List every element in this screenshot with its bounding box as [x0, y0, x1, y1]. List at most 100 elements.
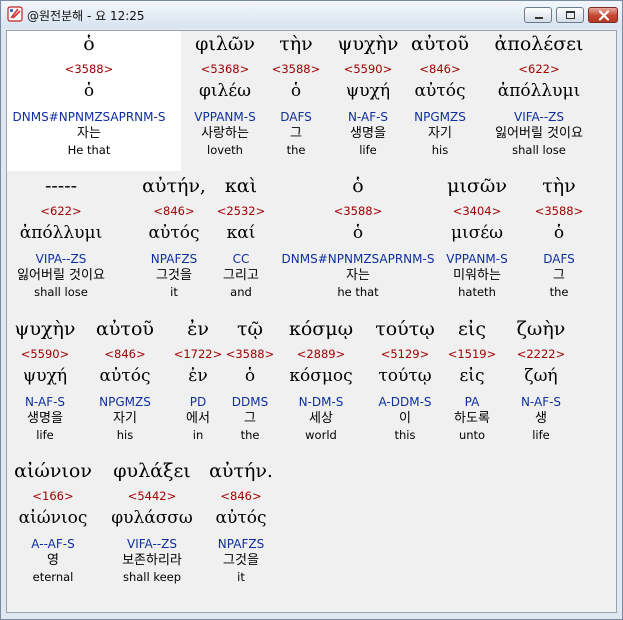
word-column[interactable]: ἐν <1722> ἐν PD 에서 in	[166, 316, 231, 443]
word-column[interactable]: φυλάξει <5442> φυλάσσω VIFA--ZS 보존하리라 shall k…	[97, 458, 207, 585]
word-column[interactable]: ὁ <3588> ὁ DNMS#NPNMZSAPRNM-S 자는 he that	[273, 173, 443, 300]
strong-number[interactable]: <166>	[8, 488, 98, 504]
word-column[interactable]: τὴν <3588> ὁ DAFS 그 the	[266, 31, 326, 158]
parsing-code: VIFA--ZS	[127, 537, 177, 551]
parsing-code: NPAFZS	[150, 252, 198, 266]
strong-number[interactable]: <622>	[7, 203, 116, 219]
close-icon	[598, 10, 610, 21]
english-gloss: He that	[67, 143, 111, 157]
word-column[interactable]: αἰώνιον <166> αἰώνιος A--AF-S 영 eternal	[8, 458, 98, 585]
strong-number[interactable]: <2532>	[211, 203, 271, 219]
lexical-form: τούτῳ	[378, 366, 432, 386]
parsing-code: VIFA--ZS	[514, 110, 564, 124]
strong-number[interactable]: <846>	[124, 203, 224, 219]
english-gloss: this	[394, 428, 416, 442]
strong-number[interactable]: <2889>	[281, 346, 361, 362]
strong-number[interactable]: <5442>	[97, 488, 207, 504]
word-column[interactable]: ὁ <3588> ὁ DNMS#NPNMZSAPRNM-S 자는 He that	[7, 31, 174, 158]
greek-word: ὁ	[83, 33, 95, 55]
lexical-form: μισέω	[451, 223, 503, 243]
window-title: @원전분해 - 요 12:25	[27, 9, 145, 23]
minimize-button[interactable]	[524, 7, 552, 23]
strong-number[interactable]: <1722>	[166, 346, 231, 362]
word-column[interactable]: αὐτοῦ <846> αὐτός NPGMZS 자기 his	[85, 316, 165, 443]
lexical-form: ἀπόλλυμι	[19, 223, 103, 243]
english-gloss: shall keep	[122, 570, 182, 584]
word-column[interactable]: ψυχὴν <5590> ψυχή N-AF-S 생명을 life	[8, 316, 83, 443]
parsing-code: DNMS#NPNMZSAPRNM-S	[281, 252, 435, 266]
parsing-code: A--AF-S	[31, 537, 75, 551]
greek-word: κόσμῳ	[288, 318, 354, 340]
korean-gloss: 잃어버릴 것이요	[495, 126, 583, 141]
strong-number[interactable]: <5590>	[8, 346, 83, 362]
greek-word: τὴν	[279, 33, 313, 55]
english-gloss: unto	[458, 428, 486, 442]
bible-app-icon[interactable]	[7, 6, 23, 22]
greek-word: τούτῳ	[375, 318, 435, 340]
parsing-code: CC	[232, 252, 250, 266]
word-column[interactable]: καὶ <2532> καί CC 그리고 and	[211, 173, 271, 300]
strong-number[interactable]: <622>	[469, 61, 609, 77]
korean-gloss: 사랑하는	[201, 126, 249, 141]
greek-word: αὐτοῦ	[96, 318, 154, 340]
greek-word: ἀπολέσει	[494, 33, 584, 55]
korean-gloss: 하도록	[454, 411, 490, 426]
title-bar[interactable]: @원전분해 - 요 12:25	[1, 1, 622, 28]
strong-number[interactable]: <5129>	[368, 346, 443, 362]
parsing-code: DAFS	[543, 252, 575, 266]
greek-word: εἰς	[458, 318, 486, 340]
word-column[interactable]: κόσμῳ <2889> κόσμος N-DM-S 세상 world	[281, 316, 361, 443]
maximize-button[interactable]	[556, 7, 584, 23]
word-column[interactable]: ----- <622> ἀπόλλυμι VIPA--ZS 잃어버릴 것이요 shall …	[7, 173, 116, 300]
korean-gloss: 그것을	[156, 268, 192, 283]
greek-word: ζωὴν	[516, 318, 566, 340]
korean-gloss: 그것을	[223, 553, 259, 568]
english-gloss: it	[170, 285, 178, 299]
parsing-code: N-DM-S	[298, 395, 344, 409]
strong-number[interactable]: <2222>	[506, 346, 576, 362]
word-column[interactable]: τῷ <3588> ὁ DDMS 그 the	[225, 316, 275, 443]
word-column[interactable]: ζωὴν <2222> ζωή N-AF-S 생 life	[506, 316, 576, 443]
korean-gloss: 그	[290, 126, 302, 141]
parsing-code: N-AF-S	[520, 395, 562, 409]
english-gloss: it	[237, 570, 245, 584]
strong-number[interactable]: <1519>	[437, 346, 507, 362]
word-column[interactable]: μισῶν <3404> μισέω VPPANM-S 미워하는 hateth	[422, 173, 532, 300]
lexical-form: κόσμος	[289, 366, 353, 386]
interlinear-pane: ὁ <3588> ὁ DNMS#NPNMZSAPRNM-S 자는 He that φιλῶν…	[6, 30, 617, 613]
strong-number[interactable]: <3588>	[7, 61, 174, 77]
close-button[interactable]	[588, 7, 618, 23]
lexical-form: ὁ	[352, 223, 364, 243]
strong-number[interactable]: <3588>	[273, 203, 443, 219]
greek-word: ψυχὴν	[14, 318, 76, 340]
strong-number[interactable]: <3588>	[225, 346, 275, 362]
lexical-form: αὐτός	[215, 508, 267, 528]
english-gloss: the	[286, 143, 306, 157]
maximize-icon	[566, 11, 575, 19]
parsing-code: PD	[189, 395, 207, 409]
strong-number[interactable]: <3588>	[529, 203, 589, 219]
word-column[interactable]: εἰς <1519> εἰς PA 하도록 unto	[437, 316, 507, 443]
word-column[interactable]: τὴν <3588> ὁ DAFS 그 the	[529, 173, 589, 300]
word-column[interactable]: αὐτήν, <846> αὐτός NPAFZS 그것을 it	[124, 173, 224, 300]
strong-number[interactable]: <846>	[85, 346, 165, 362]
word-column[interactable]: ἀπολέσει <622> ἀπόλλυμι VIFA--ZS 잃어버릴 것이요 sha…	[469, 31, 609, 158]
greek-word: καὶ	[224, 175, 258, 197]
word-column[interactable]: φιλῶν <5368> φιλέω VPPANM-S 사랑하는 loveth	[180, 31, 270, 158]
parsing-code: DDMS	[231, 395, 269, 409]
english-gloss: world	[305, 428, 337, 442]
strong-number[interactable]: <5368>	[180, 61, 270, 77]
greek-word: -----	[44, 175, 78, 197]
parsing-code: NPAFZS	[217, 537, 265, 551]
strong-number[interactable]: <3588>	[266, 61, 326, 77]
english-gloss: eternal	[32, 570, 74, 584]
word-column[interactable]: τούτῳ <5129> τούτῳ A-DDM-S 이 this	[368, 316, 443, 443]
app-window: @원전분해 - 요 12:25 ὁ <3588> ὁ DNMS#NPNMZSAPRNM…	[0, 0, 623, 620]
word-column[interactable]: αὐτήν. <846> αὐτός NPAFZS 그것을 it	[196, 458, 286, 585]
lexical-form: αἰώνιος	[18, 508, 88, 528]
lexical-form: ὁ	[83, 81, 95, 101]
parsing-code: PA	[464, 395, 480, 409]
english-gloss: the	[240, 428, 260, 442]
strong-number[interactable]: <3404>	[422, 203, 532, 219]
strong-number[interactable]: <846>	[196, 488, 286, 504]
